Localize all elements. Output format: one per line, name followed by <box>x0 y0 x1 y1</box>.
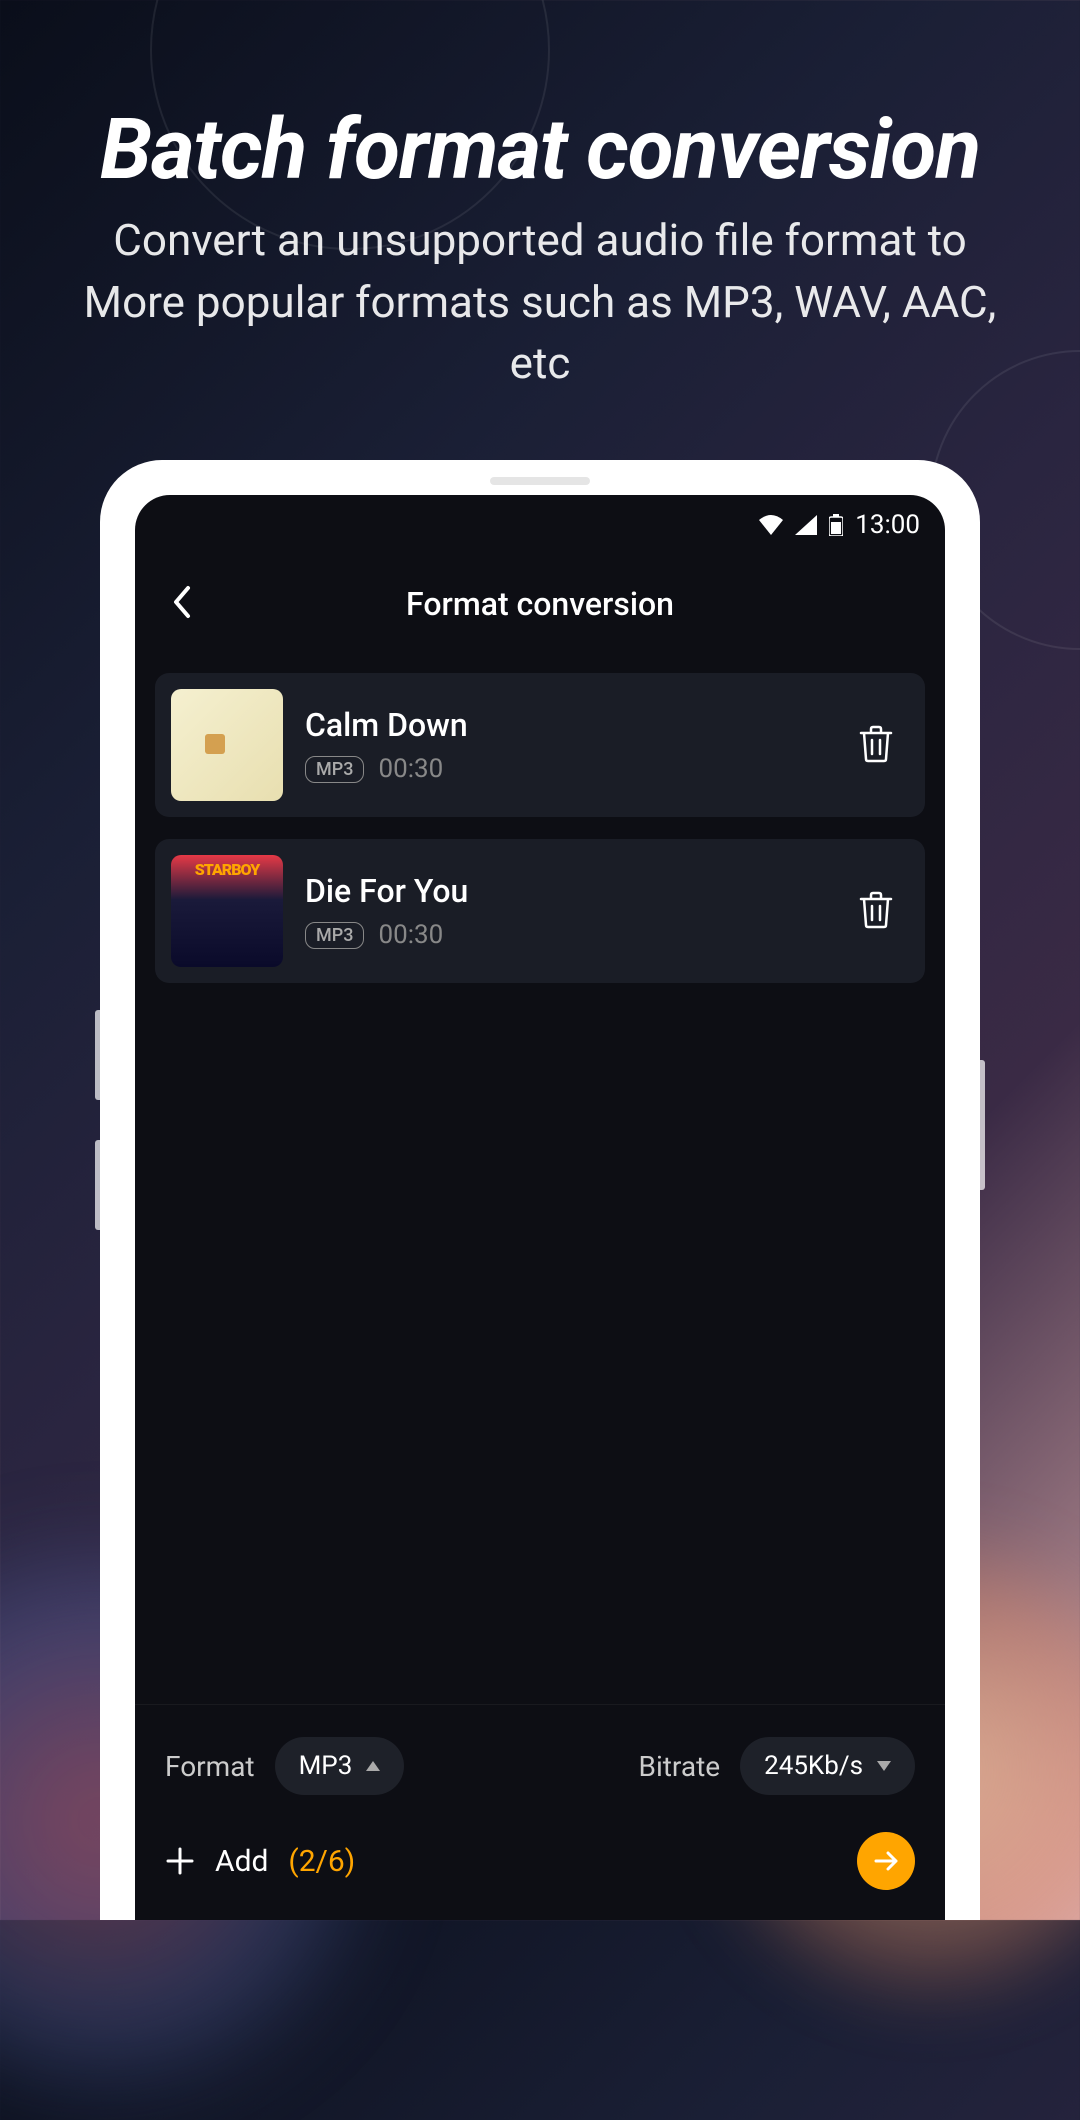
track-meta: MP3 00:30 <box>305 754 858 784</box>
next-button[interactable] <box>857 1832 915 1890</box>
bottom-action-bar: Add (2/6) <box>135 1832 945 1890</box>
wifi-icon <box>759 515 783 535</box>
trash-icon <box>858 723 894 763</box>
back-button[interactable] <box>170 584 192 624</box>
delete-button[interactable] <box>858 889 894 933</box>
bitrate-dropdown[interactable]: 245Kb/s <box>740 1737 915 1795</box>
track-artwork <box>171 689 283 801</box>
promo-title: Batch format conversion <box>0 100 1080 199</box>
status-bar: 13:00 <box>135 495 945 555</box>
page-title: Format conversion <box>165 585 915 623</box>
phone-mockup: 13:00 Format conversion Calm Down <box>100 460 980 1920</box>
track-list: Calm Down MP3 00:30 ST <box>135 653 945 1025</box>
status-time: 13:00 <box>855 510 920 540</box>
track-info: Calm Down MP3 00:30 <box>305 706 858 784</box>
chevron-down-icon <box>877 1761 891 1771</box>
track-title: Die For You <box>305 872 858 910</box>
signal-icon <box>795 515 817 535</box>
track-info: Die For You MP3 00:30 <box>305 872 858 950</box>
conversion-controls: Format MP3 Bitrate 245Kb/s <box>135 1704 945 1795</box>
plus-icon <box>165 1846 195 1876</box>
add-label: Add <box>215 1844 268 1879</box>
add-count: (2/6) <box>288 1844 355 1879</box>
delete-button[interactable] <box>858 723 894 767</box>
format-badge: MP3 <box>305 922 364 949</box>
battery-icon <box>829 514 843 536</box>
chevron-left-icon <box>170 584 192 620</box>
format-label: Format <box>165 1750 255 1783</box>
add-button[interactable]: Add (2/6) <box>165 1844 355 1879</box>
phone-speaker <box>490 477 590 485</box>
chevron-up-icon <box>366 1761 380 1771</box>
phone-screen: 13:00 Format conversion Calm Down <box>135 495 945 1920</box>
format-badge: MP3 <box>305 756 364 783</box>
track-artwork: STARBOY <box>171 855 283 967</box>
track-title: Calm Down <box>305 706 858 744</box>
phone-frame: 13:00 Format conversion Calm Down <box>100 460 980 1920</box>
app-header: Format conversion <box>135 555 945 653</box>
format-dropdown[interactable]: MP3 <box>275 1737 405 1795</box>
promo-subtitle: Convert an unsupported audio file format… <box>70 210 1010 395</box>
bitrate-label: Bitrate <box>639 1750 721 1783</box>
track-duration: 00:30 <box>378 754 443 784</box>
track-item[interactable]: STARBOY Die For You MP3 00:30 <box>155 839 925 983</box>
power-button <box>980 1060 985 1190</box>
track-item[interactable]: Calm Down MP3 00:30 <box>155 673 925 817</box>
track-meta: MP3 00:30 <box>305 920 858 950</box>
bitrate-value: 245Kb/s <box>764 1751 863 1781</box>
arrow-right-icon <box>872 1849 900 1873</box>
album-title-text: STARBOY <box>195 860 260 879</box>
trash-icon <box>858 889 894 929</box>
format-value: MP3 <box>299 1751 353 1781</box>
track-duration: 00:30 <box>378 920 443 950</box>
